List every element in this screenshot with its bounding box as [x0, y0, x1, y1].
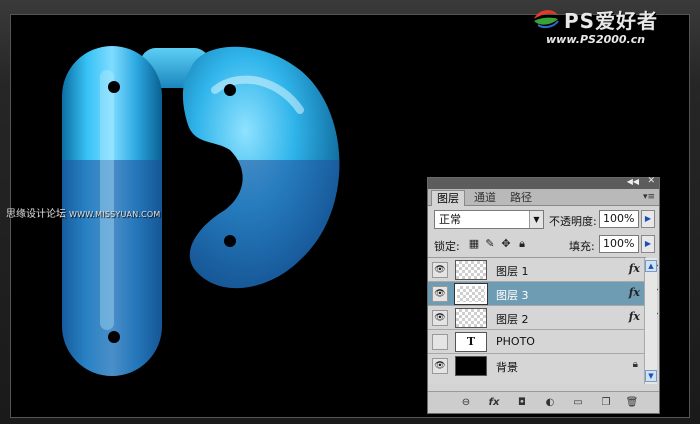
blend-mode-select[interactable]: 正常 ▼ — [434, 210, 544, 229]
logo-icon — [534, 10, 559, 29]
layer-row[interactable]: 👁︎ 背景 🔒︎ — [428, 354, 646, 378]
fx-icon[interactable]: fx — [629, 262, 640, 275]
layer-name: PHOTO — [496, 335, 535, 348]
lock-all-icon[interactable]: 🔒︎ — [516, 238, 528, 250]
hole-stem-bottom — [108, 331, 120, 343]
layer-thumbnail — [455, 356, 487, 376]
group-icon[interactable]: ▭ — [570, 396, 586, 410]
new-layer-icon[interactable]: ❐ — [598, 396, 614, 410]
hole-bowl-bottom — [224, 235, 236, 247]
opacity-label: 不透明度: — [549, 215, 597, 228]
fx-icon[interactable]: fx — [629, 310, 640, 323]
layer-list-scrollbar[interactable]: ▲ ▼ — [644, 258, 657, 384]
layer-list: 👁︎ 图层 1 fx ▼ 👁︎ 图层 3 fx ▼ 👁︎ 图层 2 fx ▼ T… — [428, 257, 658, 384]
layer-name: 图层 2 — [496, 313, 529, 326]
fx-icon[interactable]: fx — [486, 396, 502, 410]
panel-tabs: 图层 通道 路径 ▾≡ — [428, 189, 659, 206]
close-icon[interactable]: ✕ — [647, 176, 655, 186]
fx-icon[interactable]: fx — [629, 286, 640, 299]
lock-transparency-icon[interactable]: ▦ — [468, 238, 480, 250]
fill-label: 填充: — [569, 240, 595, 253]
scroll-down-icon[interactable]: ▼ — [645, 370, 657, 382]
layers-panel: ◀◀ ✕ 图层 通道 路径 ▾≡ 正常 ▼ 不透明度: 100% ▶ 锁定: ▦… — [427, 176, 660, 414]
mask-icon[interactable]: ◘ — [514, 396, 530, 410]
panel-menu-icon[interactable]: ▾≡ — [643, 192, 655, 202]
logo-title: PS爱好者 — [564, 9, 659, 33]
opacity-input[interactable]: 100% — [599, 210, 639, 228]
layer-thumbnail — [455, 260, 487, 280]
tab-layers[interactable]: 图层 — [431, 190, 465, 206]
blend-row: 正常 ▼ 不透明度: 100% ▶ — [428, 208, 659, 232]
lock-label: 锁定: — [434, 240, 460, 253]
panel-footer: ⊖ fx ◘ ◐ ▭ ❐ 🗑︎ — [428, 391, 659, 413]
layer-row[interactable]: T PHOTO — [428, 330, 646, 354]
eye-icon[interactable]: 👁︎ — [432, 358, 448, 374]
layer-row[interactable]: 👁︎ 图层 3 fx ▼ — [428, 282, 658, 306]
site-logo: PS爱好者 www.PS2000.cn — [532, 3, 692, 49]
stem-highlight — [100, 70, 114, 330]
link-icon[interactable]: ⊖ — [458, 396, 474, 410]
eye-icon[interactable]: 👁︎ — [432, 286, 448, 302]
watermark-text: 思缘设计论坛 — [6, 209, 66, 220]
scroll-up-icon[interactable]: ▲ — [645, 260, 657, 272]
layer-thumbnail — [455, 308, 487, 328]
fill-arrow-button[interactable]: ▶ — [641, 235, 655, 253]
eye-icon[interactable]: 👁︎ — [432, 310, 448, 326]
hole-top-left — [108, 81, 120, 93]
blend-mode-value: 正常 — [439, 213, 461, 226]
trash-icon[interactable]: 🗑︎ — [624, 396, 640, 410]
layer-row[interactable]: 👁︎ 图层 2 fx ▼ — [428, 306, 658, 330]
layer-name: 图层 1 — [496, 265, 529, 278]
layer-thumbnail — [454, 283, 488, 305]
chevron-down-icon[interactable]: ▼ — [529, 211, 543, 228]
logo-url: www.PS2000.cn — [546, 33, 646, 46]
left-watermark: 思缘设计论坛 WWW.MISSYUAN.COM — [6, 205, 161, 220]
lock-row: 锁定: ▦ ✎ ✥ 🔒︎ 填充: 100% ▶ — [428, 234, 659, 256]
tab-channels[interactable]: 通道 — [469, 190, 501, 206]
panel-titlebar[interactable]: ◀◀ ✕ — [428, 176, 659, 189]
watermark-url: WWW.MISSYUAN.COM — [69, 210, 161, 219]
layer-name: 背景 — [496, 361, 518, 374]
opacity-arrow-button[interactable]: ▶ — [641, 210, 655, 228]
lock-brush-icon[interactable]: ✎ — [484, 238, 496, 250]
hole-top-right — [224, 84, 236, 96]
adjustment-icon[interactable]: ◐ — [542, 396, 558, 410]
lock-move-icon[interactable]: ✥ — [500, 238, 512, 250]
eye-icon[interactable]: 👁︎ — [432, 262, 448, 278]
layer-name: 图层 3 — [496, 289, 529, 302]
layer-row[interactable]: 👁︎ 图层 1 fx ▼ — [428, 258, 658, 282]
collapse-icon[interactable]: ◀◀ — [627, 177, 639, 186]
layer-thumbnail: T — [455, 332, 487, 352]
eye-hidden-icon[interactable] — [432, 334, 448, 350]
tab-paths[interactable]: 路径 — [505, 190, 537, 206]
lock-icon: 🔒︎ — [632, 359, 638, 370]
fill-input[interactable]: 100% — [599, 235, 639, 253]
